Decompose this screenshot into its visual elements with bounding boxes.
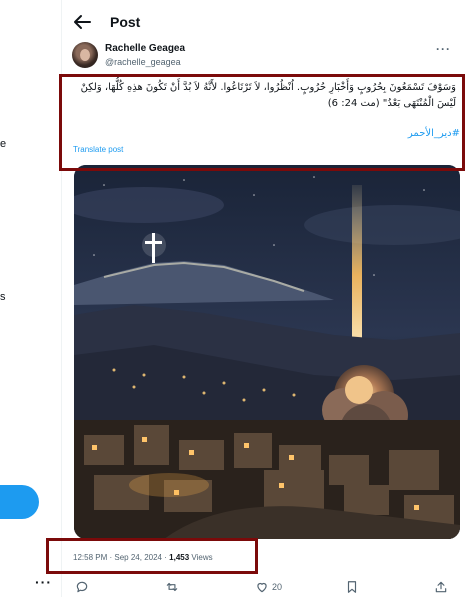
left-navigation: e s ··· [0, 0, 61, 597]
like-button[interactable]: 20 [255, 580, 282, 594]
top-bar: Post [62, 0, 471, 44]
bookmark-icon[interactable] [345, 580, 359, 594]
action-bar: 20 [62, 580, 471, 600]
author-handle[interactable]: @rachelle_geagea [105, 57, 181, 67]
arrow-left-icon[interactable] [70, 10, 94, 34]
more-options-icon[interactable]: ··· [436, 42, 451, 56]
post-image[interactable] [74, 165, 460, 539]
heart-icon[interactable] [255, 580, 269, 594]
author-name[interactable]: Rachelle Geagea [105, 43, 185, 54]
avatar[interactable] [72, 42, 98, 68]
compose-post-button[interactable] [0, 485, 39, 519]
highlight-box-post-text [59, 74, 465, 171]
page-title: Post [110, 14, 141, 30]
like-count: 20 [272, 582, 283, 592]
reply-icon[interactable] [75, 580, 89, 594]
repost-icon[interactable] [165, 580, 179, 594]
sidebar-fragment[interactable]: s [0, 291, 6, 303]
sidebar-fragment[interactable]: e [0, 138, 6, 150]
highlight-box-timestamp [46, 538, 258, 574]
share-icon[interactable] [434, 580, 448, 594]
sidebar-more-icon[interactable]: ··· [35, 574, 52, 590]
